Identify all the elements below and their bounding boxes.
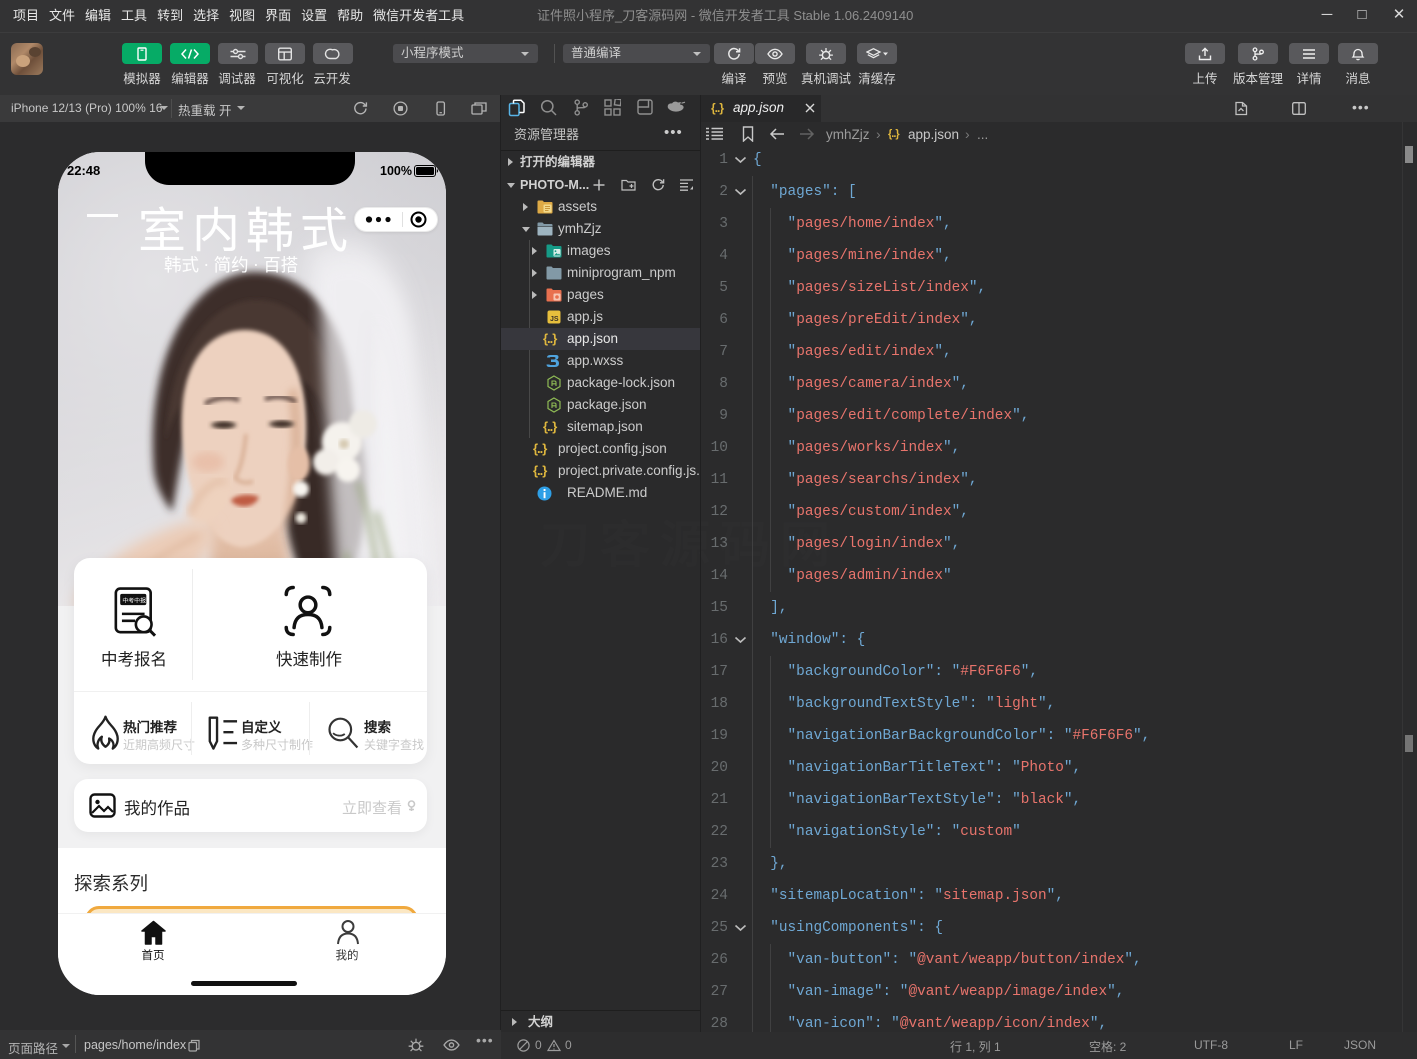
svg-text:中考中报: 中考中报 — [122, 597, 146, 605]
svg-text:JS: JS — [550, 316, 559, 323]
